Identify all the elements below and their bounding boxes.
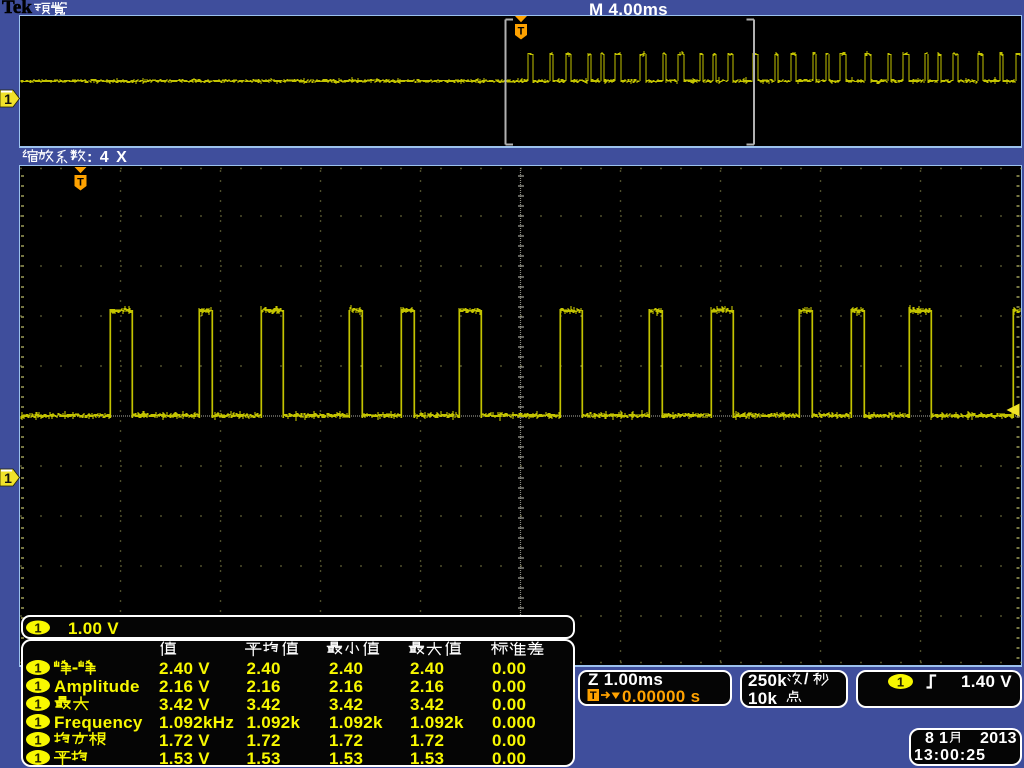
svg-text:1: 1: [34, 679, 41, 694]
svg-text:1: 1: [34, 715, 41, 730]
svg-text:1: 1: [34, 621, 41, 636]
svg-text:1: 1: [34, 661, 41, 676]
svg-text:1: 1: [34, 751, 41, 766]
svg-text:1: 1: [897, 675, 904, 690]
svg-text:T: T: [590, 690, 597, 702]
svg-text:1: 1: [34, 697, 41, 712]
svg-text:1: 1: [34, 733, 41, 748]
